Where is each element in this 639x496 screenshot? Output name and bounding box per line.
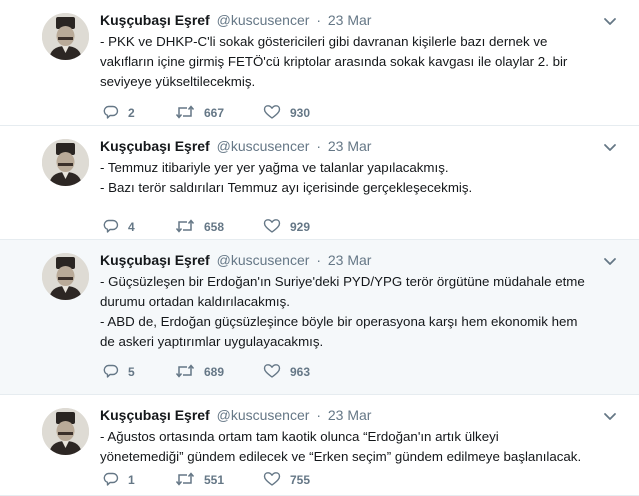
- tweet-text-line: - Temmuz itibariyle yer yer yağma ve tal…: [100, 160, 449, 175]
- retweet-button[interactable]: 667: [175, 103, 224, 123]
- tweet-content: Kuşçubaşı Eşref @kuscusencer · 23 Mar - …: [100, 250, 619, 352]
- tweet-text-line: - Bazı terör saldırıları Temmuz ayı içer…: [100, 180, 473, 195]
- retweet-count: 658: [204, 220, 225, 234]
- like-button[interactable]: 963: [263, 362, 310, 382]
- heart-icon: [263, 471, 290, 490]
- like-button[interactable]: 930: [263, 103, 310, 123]
- tweet-header: Kuşçubaşı Eşref @kuscusencer · 23 Mar: [100, 250, 619, 270]
- tweet-text-line: - Güçsüzleşen bir Erdoğan'ın Suriye'deki…: [100, 274, 585, 289]
- reply-icon: [103, 104, 128, 123]
- reply-button[interactable]: 4: [103, 217, 135, 237]
- separator-dot: ·: [316, 407, 321, 423]
- retweet-icon: [175, 471, 204, 490]
- reply-count: 5: [128, 365, 135, 379]
- tweet-text-line: durumu ortadan kaldırılacakmış.: [100, 294, 290, 309]
- tweet-text-line: yönetemediği” gündem edilecek ve “Erken …: [100, 449, 582, 464]
- heart-icon: [263, 363, 290, 382]
- tweet-timestamp[interactable]: 23 Mar: [328, 407, 372, 423]
- avatar-image: [42, 139, 89, 186]
- tweet-actions: 1 551 755: [103, 470, 403, 490]
- avatar[interactable]: [42, 13, 89, 60]
- reply-count: 4: [128, 220, 135, 234]
- like-button[interactable]: 929: [263, 217, 310, 237]
- tweet-timestamp[interactable]: 23 Mar: [328, 138, 372, 154]
- heart-icon: [263, 104, 290, 123]
- chevron-down-icon[interactable]: [603, 140, 617, 151]
- retweet-icon: [175, 218, 204, 237]
- tweet-header: Kuşçubaşı Eşref @kuscusencer · 23 Mar: [100, 405, 619, 425]
- separator-dot: ·: [316, 12, 321, 28]
- avatar[interactable]: [42, 253, 89, 300]
- tweet-text-line: seviyeye yükseltilecekmiş.: [100, 74, 256, 89]
- tweet-text: - Güçsüzleşen bir Erdoğan'ın Suriye'deki…: [100, 272, 619, 352]
- reply-icon: [103, 471, 128, 490]
- username[interactable]: @kuscusencer: [217, 407, 310, 423]
- retweet-button[interactable]: 689: [175, 362, 224, 382]
- retweet-count: 551: [204, 473, 225, 487]
- separator-dot: ·: [316, 252, 321, 268]
- avatar[interactable]: [42, 139, 89, 186]
- display-name[interactable]: Kuşçubaşı Eşref: [100, 407, 210, 423]
- like-button[interactable]: 755: [263, 470, 310, 490]
- tweet-text-line: vakıfların içine girmiş FETÖ'cü kriptola…: [100, 54, 568, 69]
- username[interactable]: @kuscusencer: [217, 138, 310, 154]
- tweet-text: - Ağustos ortasında ortam tam kaotik olu…: [100, 427, 619, 467]
- display-name[interactable]: Kuşçubaşı Eşref: [100, 252, 210, 268]
- chevron-down-icon[interactable]: [603, 409, 617, 420]
- avatar[interactable]: [42, 408, 89, 455]
- retweet-count: 667: [204, 106, 225, 120]
- like-count: 930: [290, 106, 311, 120]
- reply-button[interactable]: 1: [103, 470, 135, 490]
- reply-count: 2: [128, 106, 135, 120]
- tweet-text-line: - Ağustos ortasında ortam tam kaotik olu…: [100, 429, 499, 444]
- like-count: 963: [290, 365, 311, 379]
- reply-button[interactable]: 5: [103, 362, 135, 382]
- tweet[interactable]: Kuşçubaşı Eşref @kuscusencer · 23 Mar - …: [0, 395, 639, 496]
- reply-icon: [103, 218, 128, 237]
- username[interactable]: @kuscusencer: [217, 12, 310, 28]
- chevron-down-icon[interactable]: [603, 14, 617, 25]
- like-count: 755: [290, 473, 311, 487]
- avatar-image: [42, 253, 89, 300]
- heart-icon: [263, 218, 290, 237]
- tweet-text: - Temmuz itibariyle yer yer yağma ve tal…: [100, 158, 619, 198]
- tweet-timeline: Kuşçubaşı Eşref @kuscusencer · 23 Mar - …: [0, 0, 639, 496]
- retweet-count: 689: [204, 365, 225, 379]
- like-count: 929: [290, 220, 311, 234]
- tweet-timestamp[interactable]: 23 Mar: [328, 252, 372, 268]
- reply-button[interactable]: 2: [103, 103, 135, 123]
- tweet[interactable]: Kuşçubaşı Eşref @kuscusencer · 23 Mar - …: [0, 0, 639, 126]
- tweet-text-line: - ABD de, Erdoğan güçsüzleşince böyle bi…: [100, 314, 578, 329]
- chevron-down-icon[interactable]: [603, 254, 617, 265]
- retweet-icon: [175, 363, 204, 382]
- tweet-header: Kuşçubaşı Eşref @kuscusencer · 23 Mar: [100, 136, 619, 156]
- retweet-button[interactable]: 658: [175, 217, 224, 237]
- tweet-timestamp[interactable]: 23 Mar: [328, 12, 372, 28]
- tweet[interactable]: Kuşçubaşı Eşref @kuscusencer · 23 Mar - …: [0, 126, 639, 240]
- tweet[interactable]: Kuşçubaşı Eşref @kuscusencer · 23 Mar - …: [0, 240, 639, 395]
- tweet-text: - PKK ve DHKP-C'li sokak göstericileri g…: [100, 32, 619, 92]
- reply-icon: [103, 363, 128, 382]
- avatar-image: [42, 408, 89, 455]
- display-name[interactable]: Kuşçubaşı Eşref: [100, 138, 210, 154]
- reply-count: 1: [128, 473, 135, 487]
- tweet-content: Kuşçubaşı Eşref @kuscusencer · 23 Mar - …: [100, 136, 619, 198]
- separator-dot: ·: [316, 138, 321, 154]
- tweet-header: Kuşçubaşı Eşref @kuscusencer · 23 Mar: [100, 10, 619, 30]
- tweet-content: Kuşçubaşı Eşref @kuscusencer · 23 Mar - …: [100, 10, 619, 92]
- tweet-text-line: - PKK ve DHKP-C'li sokak göstericileri g…: [100, 34, 548, 49]
- tweet-actions: 2 667 930: [103, 103, 403, 123]
- retweet-button[interactable]: 551: [175, 470, 224, 490]
- avatar-image: [42, 13, 89, 60]
- tweet-actions: 5 689 963: [103, 362, 403, 382]
- display-name[interactable]: Kuşçubaşı Eşref: [100, 12, 210, 28]
- tweet-text-line: de askeri yaptırımlar uygulayacakmış.: [100, 334, 324, 349]
- tweet-actions: 4 658 929: [103, 217, 403, 237]
- username[interactable]: @kuscusencer: [217, 252, 310, 268]
- tweet-content: Kuşçubaşı Eşref @kuscusencer · 23 Mar - …: [100, 405, 619, 467]
- retweet-icon: [175, 104, 204, 123]
